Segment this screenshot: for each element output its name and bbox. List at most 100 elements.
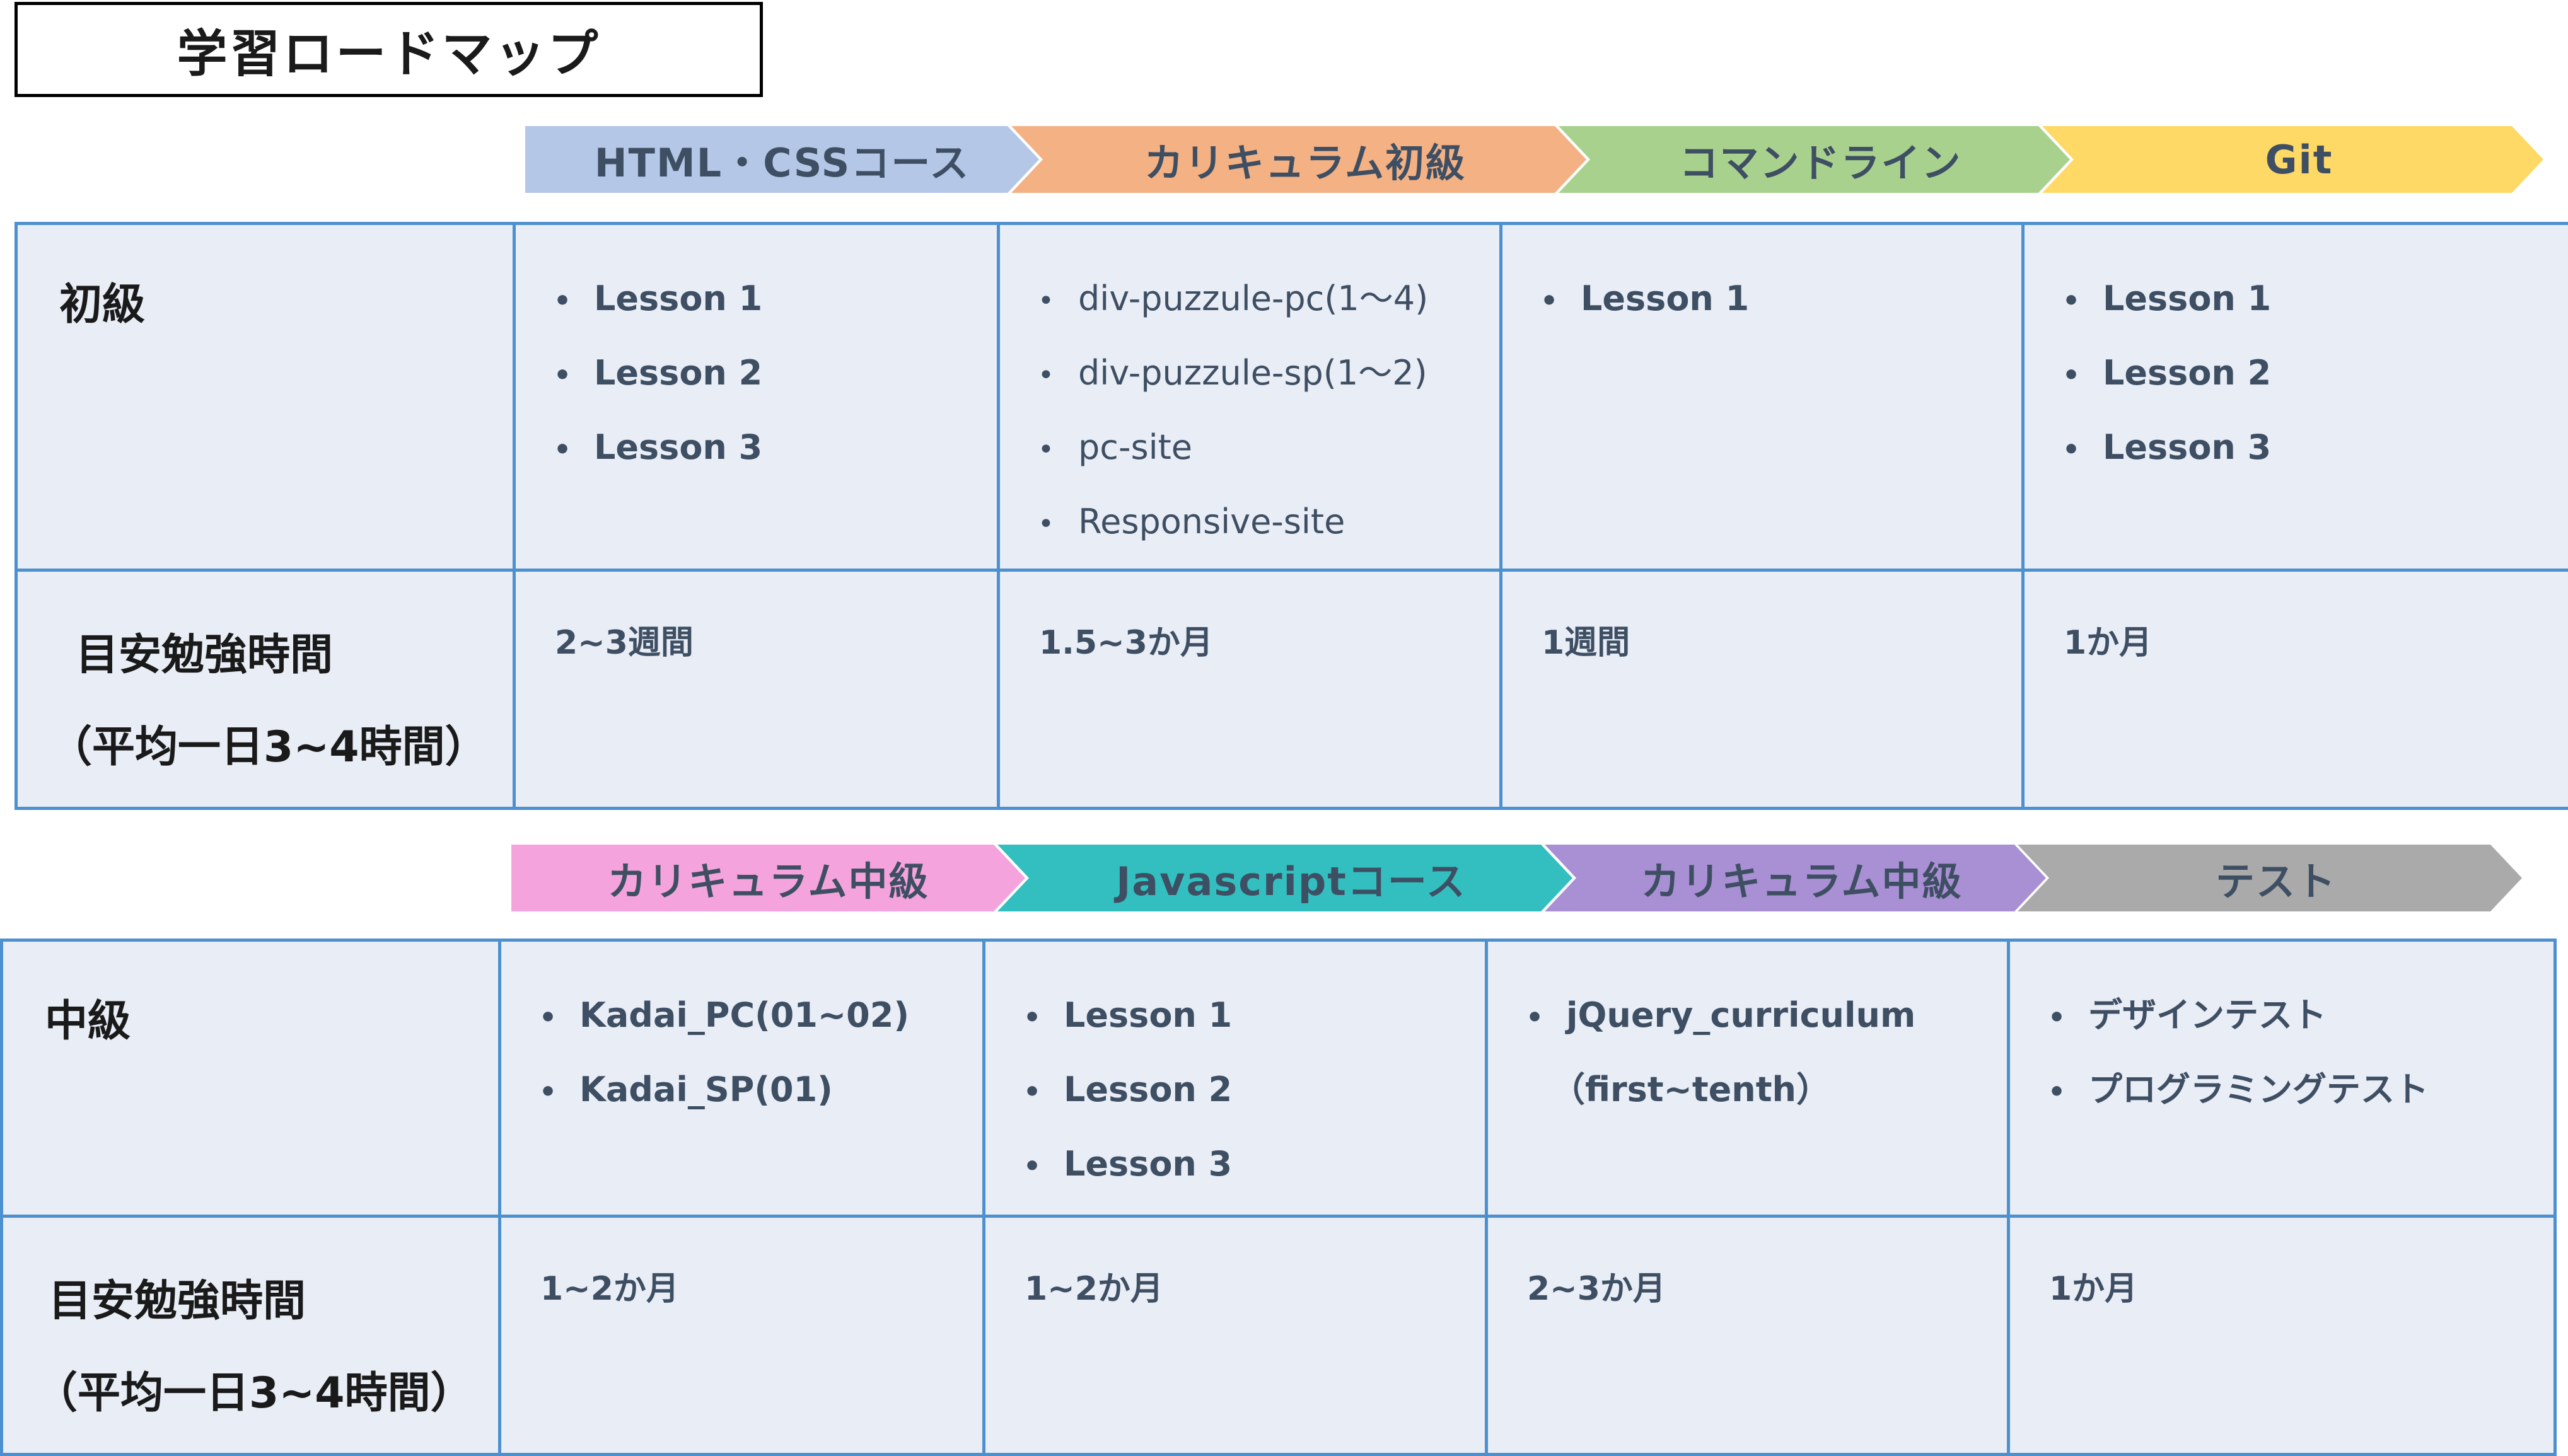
- time-cell: 1.5~3か月: [997, 569, 1502, 810]
- bullet-icon: •: [554, 359, 572, 391]
- lesson-list: • div-puzzule-pc(1〜4) • div-puzzule-sp(1〜2…: [1038, 263, 1499, 560]
- lesson-list: • Kadai_PC(01~02) • Kadai_SP(01): [539, 979, 982, 1128]
- bullet-icon: •: [2048, 1076, 2066, 1108]
- bullet-icon: •: [1540, 285, 1559, 317]
- curriculum-intermediate-cell: • Kadai_PC(01~02) • Kadai_SP(01): [498, 939, 985, 1218]
- command-line-cell: • Lesson 1: [1499, 222, 2025, 572]
- bullet-icon: •: [1526, 1002, 1544, 1034]
- time-cell: 1か月: [2007, 1215, 2557, 1456]
- study-time-value: 2~3週間: [555, 624, 694, 662]
- list-item: • Kadai_SP(01): [539, 1054, 982, 1128]
- bullet-icon: •: [1038, 434, 1054, 466]
- curriculum-beginner-cell: • div-puzzule-pc(1〜4) • div-puzzule-sp(1〜2…: [997, 222, 1502, 572]
- time-cell: 1週間: [1499, 569, 2025, 810]
- list-item: • Lesson 3: [2062, 412, 2568, 486]
- chevron-label: Javascriptコース: [1116, 858, 1467, 904]
- bullet-icon: •: [2062, 285, 2081, 317]
- lesson-list: • Lesson 1 • Lesson 2 • Lesson 3: [2062, 263, 2568, 486]
- list-item: • div-puzzule-sp(1〜2): [1038, 337, 1499, 412]
- lesson-list: • jQuery_curriculum （first~tenth）: [1526, 979, 2007, 1126]
- level-label: 初級: [59, 280, 146, 330]
- lesson-list: • デザインテスト • プログラミングテスト: [2048, 979, 2553, 1128]
- list-item: • Lesson 2: [1023, 1054, 1485, 1128]
- lesson-list: • Lesson 1: [1540, 263, 2021, 337]
- chevron-label: テスト: [2215, 858, 2337, 904]
- study-time-note: （平均一日3~4時間）: [35, 1368, 474, 1418]
- chevron-label: HTML・CSSコース: [594, 140, 970, 186]
- git-cell: • Lesson 1 • Lesson 2 • Lesson 3: [2021, 222, 2568, 572]
- chevron-label: カリキュラム中級: [1641, 858, 1963, 904]
- list-item: • div-puzzule-pc(1〜4): [1038, 263, 1499, 337]
- chevron-label: カリキュラム初級: [1144, 140, 1467, 186]
- html-css-lessons-cell: • Lesson 1 • Lesson 2 • Lesson 3: [513, 222, 1000, 572]
- chevron-command-line: コマンドライン: [1559, 126, 2070, 193]
- bullet-icon: •: [554, 434, 572, 466]
- level-label-cell: 中級: [0, 939, 501, 1218]
- study-time-value: 1~2か月: [540, 1270, 679, 1308]
- bullet-icon: •: [539, 1002, 557, 1034]
- time-cell: 2~3か月: [1485, 1215, 2010, 1456]
- page-title: 学習ロードマップ: [15, 2, 763, 97]
- list-item: • Kadai_PC(01~02): [539, 979, 982, 1054]
- bullet-icon: •: [1023, 1076, 1042, 1108]
- list-item: • Lesson 1: [1023, 979, 1485, 1054]
- study-time-value: 1か月: [2064, 624, 2153, 662]
- study-time-label: 目安勉強時間: [76, 630, 334, 680]
- study-time-value: 1か月: [2049, 1270, 2138, 1308]
- beginner-roadmap-table: 初級 • Lesson 1 • Lesson 2 • Lesson 3 • div-pu…: [15, 222, 2568, 810]
- bullet-icon: •: [2048, 1002, 2066, 1034]
- list-item: • Responsive-site: [1038, 486, 1499, 560]
- bullet-icon: •: [1038, 285, 1054, 317]
- test-cell: • デザインテスト • プログラミングテスト: [2007, 939, 2557, 1218]
- list-item: • pc-site: [1038, 412, 1499, 486]
- time-cell: 1~2か月: [982, 1215, 1488, 1456]
- chevron-html-css-course: HTML・CSSコース: [525, 126, 1039, 193]
- lesson-list: • Lesson 1 • Lesson 2 • Lesson 3: [554, 263, 997, 486]
- chevron-label: Git: [2265, 136, 2333, 183]
- bullet-icon: •: [1023, 1002, 1042, 1034]
- level-label-cell: 初級: [15, 222, 516, 572]
- list-item: • Lesson 1: [2062, 263, 2568, 337]
- list-item: • Lesson 1: [1540, 263, 2021, 337]
- list-item: • Lesson 1: [554, 263, 997, 337]
- bullet-icon: •: [2062, 359, 2081, 391]
- chevron-git: Git: [2042, 126, 2543, 193]
- list-item: • Lesson 2: [554, 337, 997, 412]
- list-item: • Lesson 3: [1023, 1128, 1485, 1203]
- chevron-curriculum-intermediate: カリキュラム中級: [511, 845, 1025, 911]
- bullet-icon: •: [554, 285, 572, 317]
- lesson-list: • Lesson 1 • Lesson 2 • Lesson 3: [1023, 979, 1485, 1203]
- study-time-label-cell: 目安勉強時間 （平均一日3~4時間）: [0, 1215, 501, 1456]
- chevron-javascript-course: Javascriptコース: [997, 845, 1572, 911]
- chevron-label: コマンドライン: [1679, 140, 1962, 186]
- study-time-value: 2~3か月: [1527, 1270, 1666, 1308]
- level-label: 中級: [45, 997, 131, 1046]
- chevron-label: カリキュラム中級: [607, 858, 929, 904]
- bullet-icon: •: [1023, 1150, 1042, 1182]
- list-item: • Lesson 3: [554, 412, 997, 486]
- time-cell: 1~2か月: [498, 1215, 985, 1456]
- bullet-icon: •: [2062, 434, 2081, 466]
- study-time-note: （平均一日3~4時間）: [49, 722, 488, 772]
- bullet-icon: •: [539, 1076, 557, 1108]
- list-item: • Lesson 2: [2062, 337, 2568, 412]
- chevron-test: テスト: [2018, 845, 2522, 911]
- time-cell: 2~3週間: [513, 569, 1000, 810]
- study-time-label-cell: 目安勉強時間 （平均一日3~4時間）: [15, 569, 516, 810]
- time-cell: 1か月: [2021, 569, 2568, 810]
- study-time-label: 目安勉強時間: [49, 1276, 306, 1326]
- javascript-lessons-cell: • Lesson 1 • Lesson 2 • Lesson 3: [982, 939, 1488, 1218]
- study-time-value: 1~2か月: [1025, 1270, 1163, 1308]
- intermediate-roadmap-table: 中級 • Kadai_PC(01~02) • Kadai_SP(01) • Lesso…: [0, 939, 2557, 1456]
- list-item: • jQuery_curriculum: [1526, 979, 2007, 1054]
- bullet-icon: •: [1038, 508, 1054, 540]
- chevron-curriculum-beginner: カリキュラム初級: [1011, 126, 1586, 193]
- study-time-value: 1.5~3か月: [1039, 624, 1213, 662]
- study-time-value: 1週間: [1542, 624, 1630, 662]
- list-item: • プログラミングテスト: [2048, 1054, 2553, 1128]
- list-item: • デザインテスト: [2048, 979, 2553, 1054]
- bullet-icon: •: [1038, 359, 1054, 391]
- jquery-curriculum-cell: • jQuery_curriculum （first~tenth）: [1485, 939, 2010, 1218]
- list-item-continuation: （first~tenth）: [1551, 1070, 1830, 1109]
- chevron-curriculum-intermediate-2: カリキュラム中級: [1545, 845, 2046, 911]
